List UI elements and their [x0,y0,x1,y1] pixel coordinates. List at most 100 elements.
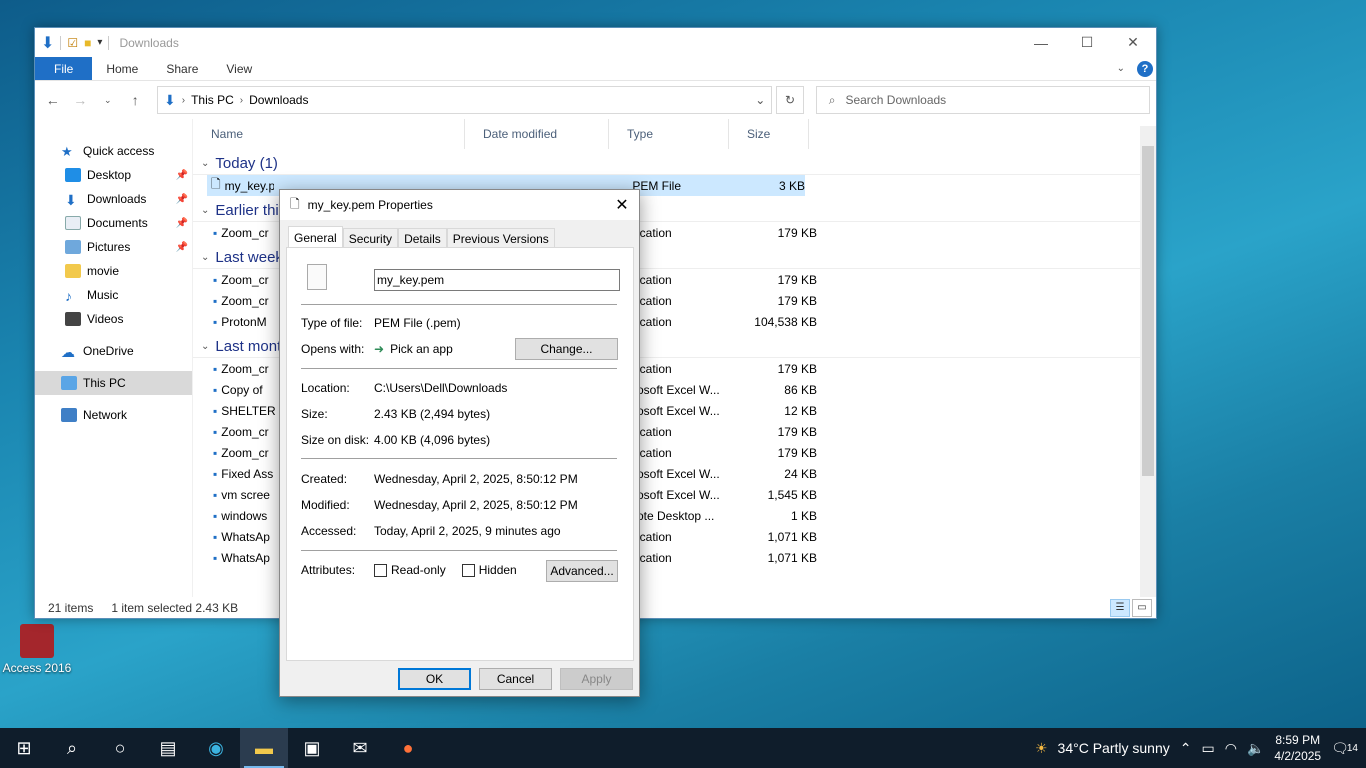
readonly-checkbox[interactable] [374,563,387,577]
column-type[interactable]: Type [609,119,729,149]
help-icon[interactable]: ? [1137,60,1153,77]
file-size: 179 KB [777,293,817,308]
details-view-icon[interactable]: ☰ [1110,598,1130,617]
firefox-icon[interactable]: ● [384,728,432,768]
nav-downloads[interactable]: ⬇ Downloads 📌 [35,187,192,211]
breadcrumb-this-pc[interactable]: This PC [191,93,234,107]
file-icon: ▪ [213,272,218,287]
battery-icon[interactable]: ▭ [1201,740,1214,757]
pin-icon: 📌 [175,169,188,181]
cancel-button[interactable]: Cancel [479,668,552,690]
file-name: ▪ Zoom_cr [209,226,279,240]
minimize-icon[interactable]: — [1018,28,1064,57]
nav-movie[interactable]: movie [35,259,192,283]
mail-icon[interactable]: ✉ [336,728,384,768]
breadcrumb-downloads[interactable]: Downloads [249,93,308,107]
apply-button[interactable]: Apply [560,668,633,690]
nav-label: This PC [83,376,126,390]
view-buttons: ☰ ▭ [1110,598,1156,617]
tab-previous-versions[interactable]: Previous Versions [446,228,555,249]
back-icon[interactable]: ← [41,92,65,108]
volume-icon[interactable]: 🔈 [1247,740,1264,757]
close-icon[interactable]: ✕ [605,195,639,215]
opens-label: Opens with: [301,342,365,356]
edge-icon[interactable]: ◉ [192,728,240,768]
nav-videos[interactable]: Videos [35,307,192,331]
pin-icon: 📌 [175,193,188,205]
clock[interactable]: 8:59 PM 4/2/2025 [1274,732,1321,764]
start-icon[interactable]: ⊞ [0,728,48,768]
new-folder-icon[interactable]: ■ [84,36,91,50]
advanced-button[interactable]: Advanced... [546,560,618,582]
refresh-icon[interactable]: ↻ [776,86,804,114]
file-explorer-icon[interactable]: ▬ [240,728,288,768]
hidden-checkbox[interactable] [461,563,475,577]
nav-onedrive[interactable]: ☁ OneDrive [35,339,192,363]
wifi-icon[interactable]: ◠ [1225,740,1237,757]
file-name-text: Fixed Ass [221,466,274,481]
ok-button[interactable]: OK [398,668,471,690]
file-icon: ▪ [213,445,218,460]
tab-details[interactable]: Details [398,228,447,249]
search-icon[interactable]: ⌕ [48,728,96,768]
maximize-icon[interactable]: ☐ [1064,28,1110,57]
scrollbar-thumb[interactable] [1142,146,1154,476]
location-row: Location: C:\Users\Dell\Downloads [301,381,507,395]
nav-documents[interactable]: Documents 📌 [35,211,192,235]
properties-dialog: 🗋 my_key.pem Properties ✕ General Securi… [279,189,640,697]
nav-desktop[interactable]: Desktop 📌 [35,163,192,187]
tab-file[interactable]: File [35,57,93,80]
large-icons-view-icon[interactable]: ▭ [1132,598,1152,617]
weather-icon[interactable]: ☀ [1035,740,1048,757]
file-type: osoft Excel W... [637,487,720,502]
attributes-row: Attributes: Read-only Hidden [301,563,517,577]
vertical-scrollbar[interactable] [1140,126,1156,597]
date: 4/2/2025 [1274,749,1322,763]
size-row: Size: 2.43 KB (2,494 bytes) [301,407,490,421]
chevron-down-icon[interactable]: ⌄ [749,93,771,107]
tab-general[interactable]: General [288,226,343,249]
file-name-text: Zoom_cr [221,225,269,240]
nav-music[interactable]: ♪ Music [35,283,192,307]
tab-view[interactable]: View [212,57,266,80]
column-date-modified[interactable]: Date modified [465,119,609,149]
recent-locations-icon[interactable]: ⌄ [96,95,120,106]
expand-ribbon-icon[interactable]: ⌄ [1117,63,1125,74]
properties-icon[interactable]: ☑ [67,36,78,50]
tab-security[interactable]: Security [342,228,399,249]
column-name[interactable]: Name [193,119,465,149]
search-input[interactable]: ⌕ Search Downloads [815,86,1150,114]
task-view-icon[interactable]: ▤ [144,728,192,768]
divider [301,368,617,369]
desktop-icon-access[interactable]: Access 2016 [2,624,72,675]
store-icon[interactable]: ▣ [288,728,336,768]
up-icon[interactable]: ↑ [124,92,148,108]
file-name-text: WhatsAp [221,529,270,544]
weather-text[interactable]: 34°C Partly sunny [1058,740,1170,756]
tab-share[interactable]: Share [152,57,212,80]
cortana-icon[interactable]: ○ [96,728,144,768]
opens-value: Pick an app [390,342,453,356]
nav-network[interactable]: Network [35,403,192,427]
column-size[interactable]: Size [729,119,809,149]
file-type: PEM File [632,178,681,193]
address-bar[interactable]: ⬇ › This PC › Downloads ⌄ [157,86,773,114]
file-name: ▪ WhatsAp [209,530,279,544]
filename-input[interactable]: my_key.pem [374,269,620,291]
file-name: ▪ WhatsAp [209,551,279,565]
tab-home[interactable]: Home [92,57,152,80]
forward-icon[interactable]: → [69,92,93,108]
customize-qat-icon[interactable]: ▾ [97,37,102,48]
nav-pictures[interactable]: Pictures 📌 [35,235,192,259]
change-button[interactable]: Change... [515,338,618,360]
nav-quick-access[interactable]: ★ Quick access [35,139,192,163]
chevron-up-icon[interactable]: ⌃ [1180,740,1192,757]
file-size: 104,538 KB [754,314,817,329]
group-header[interactable]: ⌄ Today (1) [193,153,1156,175]
dialog-title-bar: 🗋 my_key.pem Properties ✕ [280,190,639,220]
nav-this-pc[interactable]: This PC [35,371,192,395]
close-icon[interactable]: ✕ [1110,28,1156,57]
music-icon: ♪ [65,288,72,304]
system-tray: ☀ 34°C Partly sunny ⌃ ▭ ◠ 🔈 8:59 PM 4/2/… [1035,732,1366,764]
